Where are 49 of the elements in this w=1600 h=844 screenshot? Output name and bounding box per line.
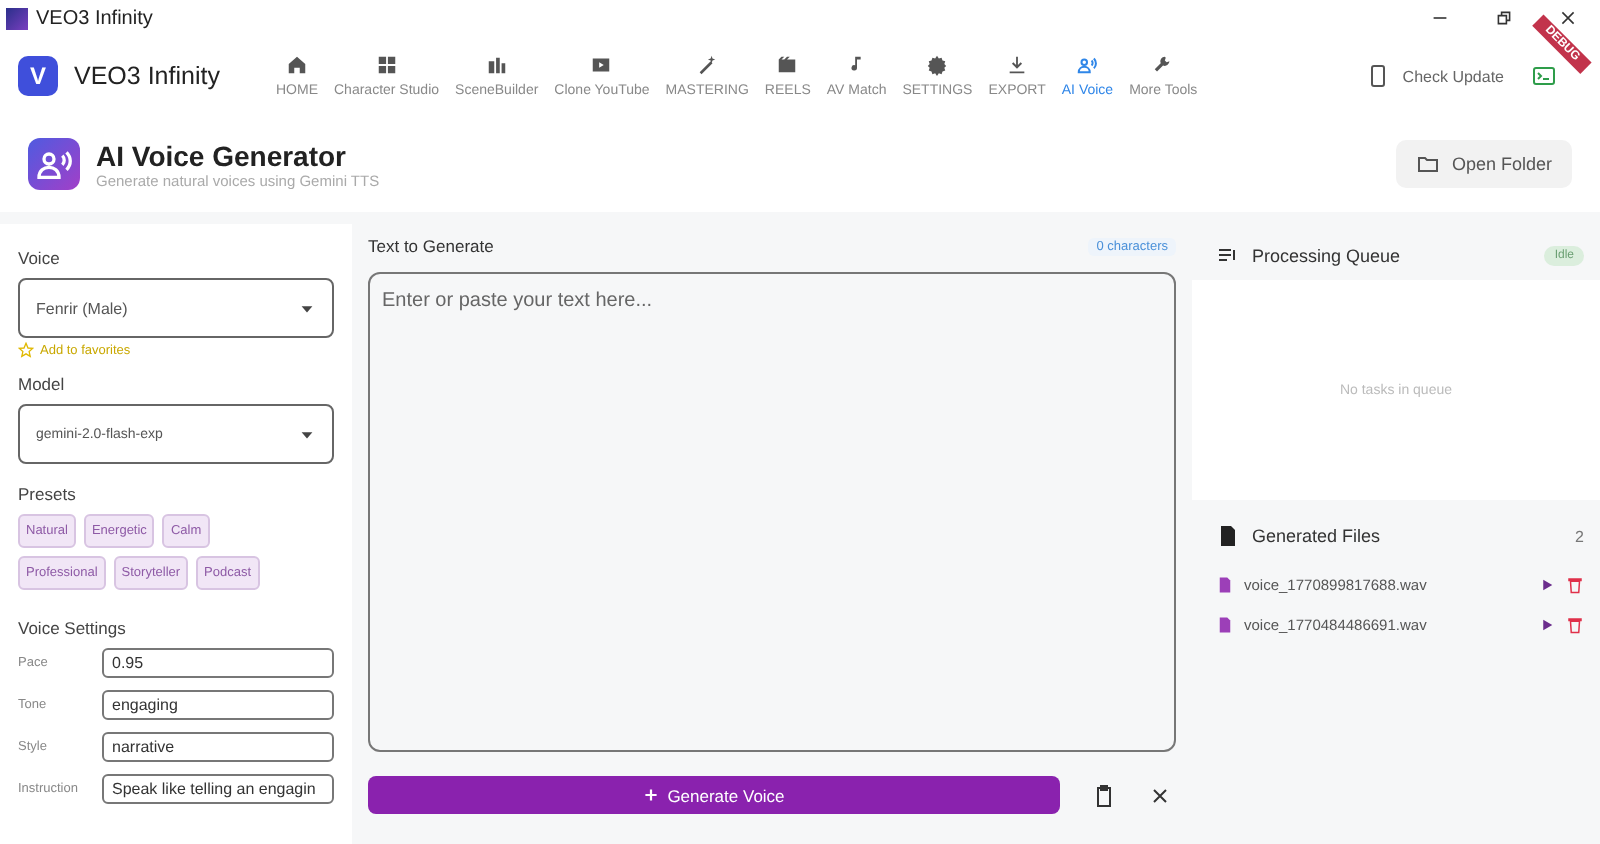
field-label: Model xyxy=(18,374,67,394)
voice-icon xyxy=(28,138,80,190)
setting-field[interactable]: engaging xyxy=(102,690,334,720)
setting-field[interactable]: Speak like telling an engagin xyxy=(102,774,334,804)
grid-icon xyxy=(375,54,398,76)
wrench-icon xyxy=(1152,54,1175,76)
delete-icon[interactable] xyxy=(1566,575,1584,593)
voice-icon xyxy=(1076,54,1099,76)
clipboard-icon[interactable] xyxy=(1092,783,1116,807)
open-folder-button[interactable]: Open Folder xyxy=(1395,140,1572,188)
plus-icon xyxy=(643,788,658,802)
clapperboard-icon xyxy=(776,54,799,76)
audio-file-icon xyxy=(1216,524,1240,548)
section-title: Processing Queue xyxy=(1252,246,1403,266)
play-icon[interactable] xyxy=(1538,575,1556,593)
text-input-field[interactable]: Enter or paste your text here... xyxy=(368,272,1176,752)
app-name: VEO3 Infinity xyxy=(74,62,220,90)
section-label: Text to Generate xyxy=(368,236,494,256)
phone-icon xyxy=(1366,64,1391,88)
download-icon xyxy=(1006,54,1029,76)
video-icon xyxy=(590,54,613,76)
delete-icon[interactable] xyxy=(1566,615,1584,633)
close-icon[interactable] xyxy=(1560,10,1576,26)
section-title: Generated Files xyxy=(1252,526,1383,546)
restore-icon[interactable] xyxy=(1496,10,1512,26)
page-title: AI Voice Generator xyxy=(96,139,349,171)
audio-file-icon xyxy=(1216,575,1234,593)
star-icon xyxy=(18,342,34,358)
home-icon xyxy=(286,54,308,76)
play-icon[interactable] xyxy=(1538,615,1556,633)
generate-voice-button[interactable]: Generate Voice xyxy=(368,776,1060,814)
audio-file-icon xyxy=(1216,615,1234,633)
close-icon[interactable] xyxy=(1148,783,1172,807)
check-update-button[interactable]: Check Update xyxy=(1354,62,1516,90)
setting-field[interactable]: 0.95 xyxy=(102,648,334,678)
app-logo: V xyxy=(18,56,58,96)
field-label: Voice xyxy=(18,248,62,268)
terminal-icon[interactable] xyxy=(1532,64,1556,88)
section-label: Presets xyxy=(18,484,78,504)
app-icon xyxy=(6,7,28,29)
folder-icon xyxy=(1415,152,1440,176)
setting-field[interactable]: narrative xyxy=(102,732,334,762)
settings-icon xyxy=(926,54,949,76)
wand-icon xyxy=(696,54,719,76)
voice-select[interactable]: Fenrir (Male) xyxy=(18,278,334,338)
window-title: VEO3 Infinity xyxy=(36,7,155,29)
section-label: Voice Settings xyxy=(18,618,128,638)
file-count: 2 xyxy=(1575,527,1584,545)
bar-chart-icon xyxy=(485,54,508,76)
